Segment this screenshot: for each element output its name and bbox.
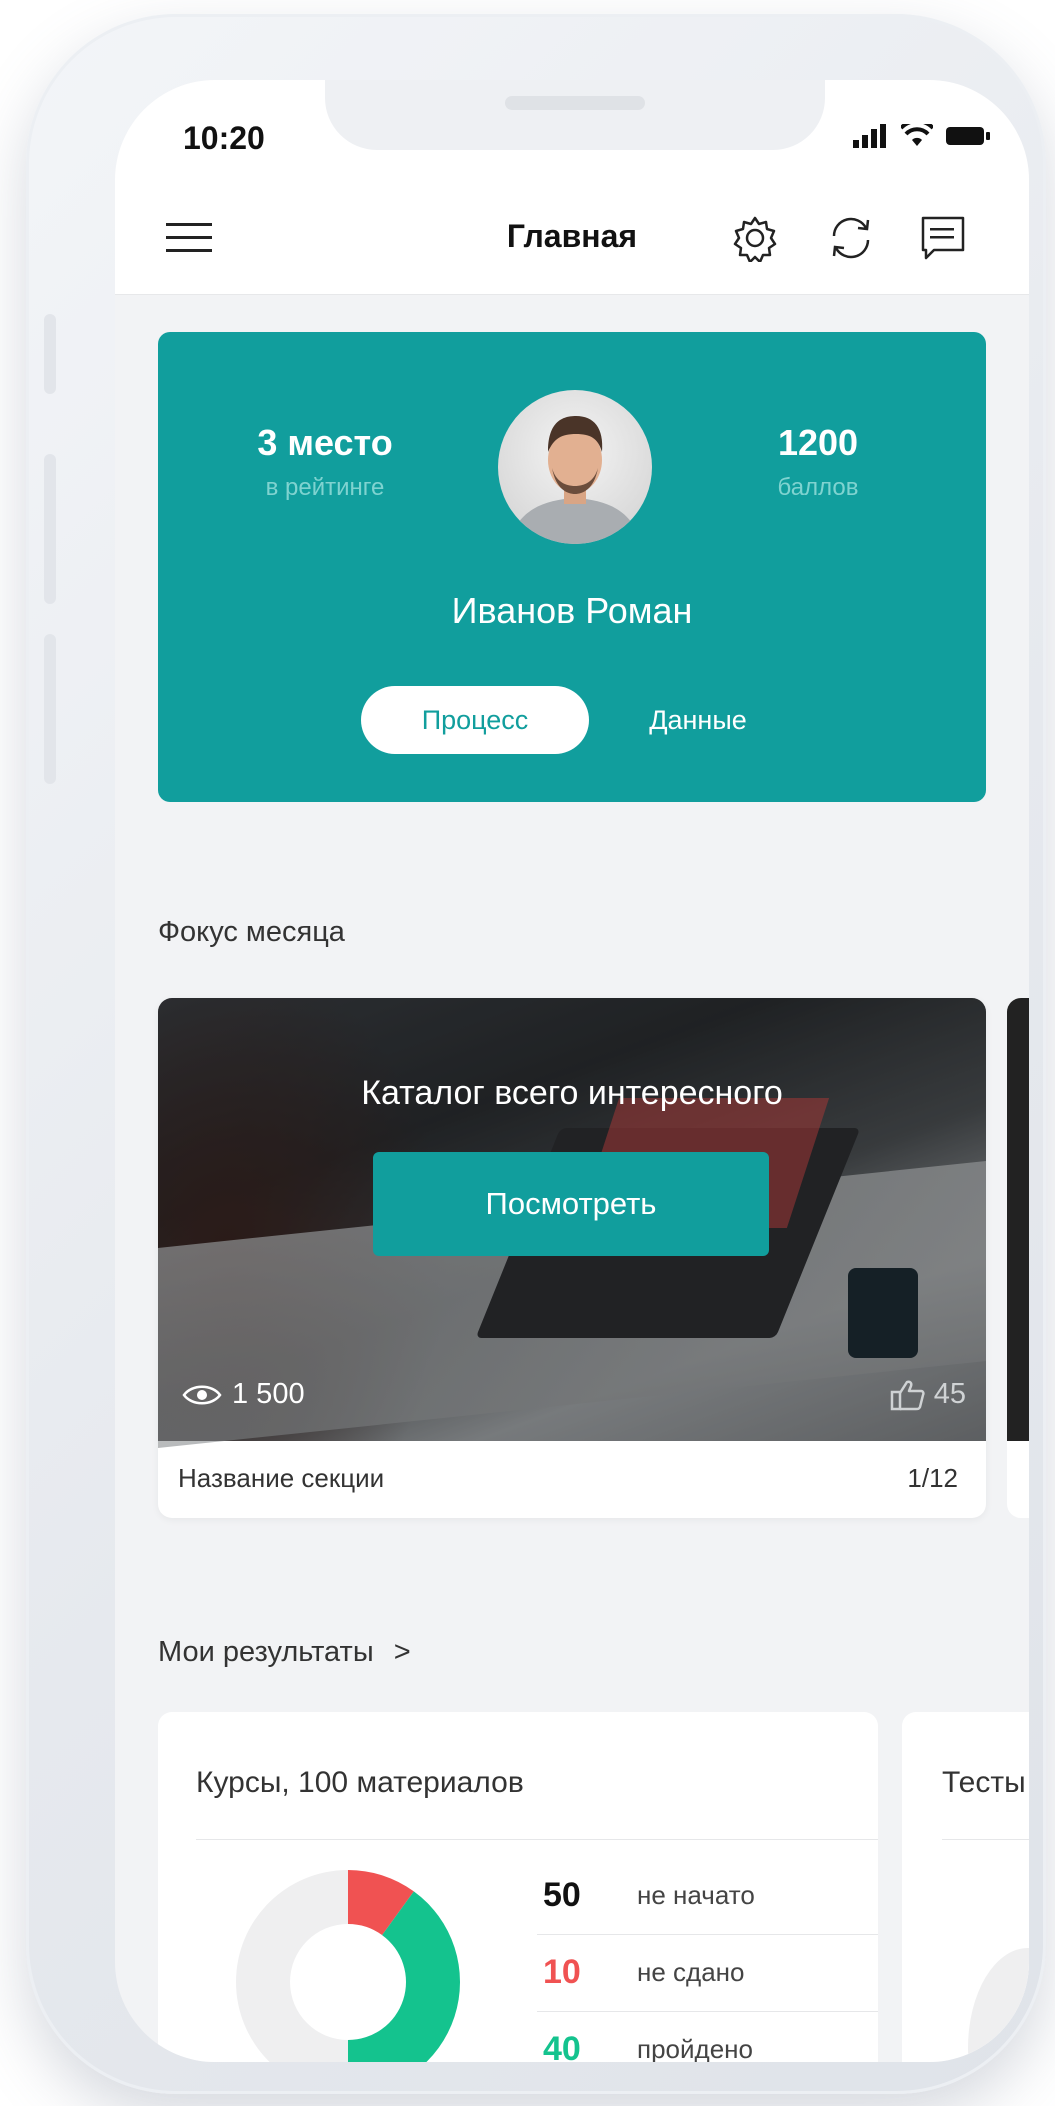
side-button [44,634,56,784]
views-count: 1 500 [232,1378,305,1410]
view-button[interactable]: Посмотреть [373,1152,769,1256]
legend-row-not-started: 50 не начато [537,1857,878,1935]
legend-value-not-started: 50 [543,1876,581,1914]
signal-icon [853,124,886,148]
profile-card: 3 место в рейтинге 1200 баллов Иванов Ро… [158,332,986,802]
legend-label-failed: не сдано [637,1957,745,1987]
focus-header: Фокус месяца [158,916,345,948]
rank-stat: 3 место в рейтинге [225,422,425,502]
courses-results-card[interactable]: Курсы, 100 материалов 50 не начато 10 не… [158,1712,878,2062]
rank-value: 3 место [257,422,393,463]
rank-caption: в рейтинге [265,474,385,501]
points-stat: 1200 баллов [718,422,918,502]
legend-row-passed: 40 пройдено [537,2011,878,2062]
device-notch [325,80,825,150]
side-button [44,314,56,394]
phone-frame: 10:20 Главная 3 место в рейтинге 1200 ба… [26,14,1046,2094]
tab-process[interactable]: Процесс [361,686,589,754]
gear-icon [733,216,777,262]
settings-button[interactable] [729,212,781,264]
status-time: 10:20 [183,120,265,156]
chevron-right-icon: > [393,1636,411,1668]
views-counter: 1 500 [182,1378,305,1411]
likes-counter[interactable]: 45 [890,1378,966,1411]
donut-slice-не-начато [236,1870,348,2062]
next-focus-card[interactable] [1007,998,1029,1518]
chat-icon [921,216,965,260]
wifi-icon [901,124,933,146]
legend-label-not-started: не начато [637,1880,755,1910]
eye-icon [182,1385,222,1404]
divider [942,1839,1029,1840]
courses-card-title: Курсы, 100 материалов [196,1766,524,1799]
points-value: 1200 [777,422,859,463]
results-header-label: Мои результаты [158,1636,374,1668]
avatar[interactable] [498,390,652,544]
tab-data[interactable]: Данные [628,686,768,754]
tests-card-title: Тесты [942,1766,1026,1799]
donut-chart [236,1870,461,2062]
refresh-icon [832,217,870,259]
messages-button[interactable] [917,212,969,264]
thumbs-up-icon [890,1380,925,1410]
legend-row-failed: 10 не сдано [537,1934,878,2012]
user-photo [508,416,642,544]
side-button [44,454,56,604]
page-indicator: 1/12 [907,1463,958,1493]
focus-card[interactable]: Каталог всего интересного Посмотреть 1 5… [158,998,986,1518]
divider [196,1839,878,1840]
top-bar: 10:20 Главная [115,80,1029,295]
speaker [505,96,645,110]
page-title: Главная [506,218,638,254]
points-caption: баллов [777,474,859,501]
next-focus-image [1007,998,1029,1441]
user-name: Иванов Роман [451,590,693,631]
focus-footer: Название секции 1/12 [158,1441,986,1518]
legend-label-passed: пройдено [637,2034,753,2062]
battery-icon [946,127,990,145]
legend-value-passed: 40 [543,2030,581,2062]
refresh-button[interactable] [825,212,877,264]
app-screen: 10:20 Главная 3 место в рейтинге 1200 ба… [115,80,1029,2062]
focus-title: Каталог всего интересного [361,1074,783,1112]
tests-donut-chart [968,1948,1029,2062]
tests-results-card[interactable]: Тесты [902,1712,1029,2062]
likes-count: 45 [933,1378,966,1410]
section-name: Название секции [178,1463,385,1493]
status-icons [853,124,991,148]
legend-value-failed: 10 [543,1953,581,1991]
results-header[interactable]: Мои результаты > [158,1636,411,1669]
